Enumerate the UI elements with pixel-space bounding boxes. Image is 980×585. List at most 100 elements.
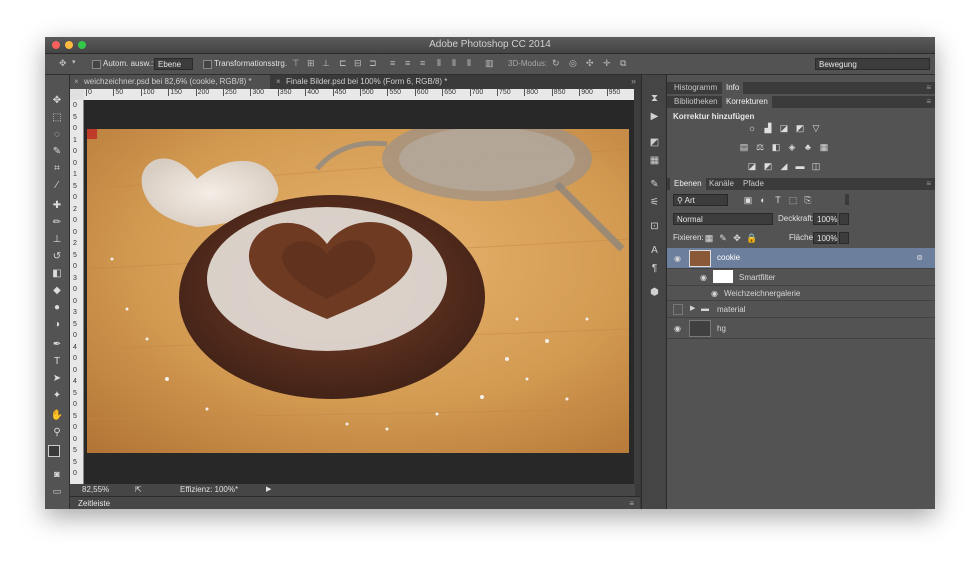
layer-name[interactable]: Smartfilter [739,273,775,282]
lock-image-icon[interactable]: ✎ [718,234,728,243]
invert-icon[interactable]: ◪ [747,162,757,171]
healing-brush-tool-icon[interactable]: ✚ [49,199,65,213]
history-panel-icon[interactable]: ⧗ [648,93,661,105]
curves-icon[interactable]: ◪ [779,124,789,133]
zoom-tool-icon[interactable]: ⚲ [49,426,65,440]
distribute-hcenter-icon[interactable]: ⦀ [452,58,456,69]
lasso-tool-icon[interactable]: ◌ [49,128,65,142]
layer-row-cookie[interactable]: ◉ cookie ⊚ [667,248,935,269]
shape-tool-icon[interactable]: ✦ [49,389,65,403]
layer-row-hg[interactable]: ◉ hg [667,318,935,339]
timeline-panel-tab[interactable]: Zeitleiste ≡ [70,496,640,509]
layer-row-smartfilter[interactable]: ◉ Smartfilter [667,269,935,286]
brightness-contrast-icon[interactable]: ☼ [747,124,757,133]
color-panel-icon[interactable]: ◩ [648,137,661,149]
auto-select-target-dropdown[interactable]: Ebene [154,58,193,70]
brush-presets-panel-icon[interactable]: ⚟ [648,197,661,209]
distribute-bottom-icon[interactable]: ≡ [420,58,425,68]
visibility-eye-icon[interactable]: ◉ [674,324,681,333]
swatches-panel-icon[interactable]: ▦ [648,155,661,167]
export-icon[interactable]: ⇱ [135,484,142,496]
tab-libraries[interactable]: Bibliotheken [670,96,722,108]
tool-preset-dropdown-icon[interactable]: ▾ [72,58,76,66]
canvas-vertical-scrollbar[interactable] [634,89,640,484]
crop-tool-icon[interactable]: ⌗ [49,162,65,176]
visibility-toggle-empty[interactable] [673,304,683,315]
visibility-eye-icon[interactable]: ◉ [700,273,707,282]
document-image[interactable] [87,129,629,453]
zoom-level[interactable]: 82,55% [82,484,109,496]
layer-name[interactable]: cookie [717,253,740,262]
color-balance-icon[interactable]: ⚖ [755,143,765,152]
eyedropper-tool-icon[interactable]: ⁄ [49,179,65,193]
align-top-icon[interactable]: ⊤ [292,58,300,69]
vertical-ruler[interactable]: 0 5 0 1 0 0 1 5 0 2 0 0 2 5 0 3 0 0 3 5 0 4 0 0 4 5 0 5 0 0 5 5 0 [70,100,84,484]
eraser-tool-icon[interactable]: ◧ [49,267,65,281]
layer-name[interactable]: hg [717,324,726,333]
character-panel-icon[interactable]: A [648,245,661,257]
align-left-icon[interactable]: ⊏ [339,58,347,69]
timeline-menu-icon[interactable]: ≡ [629,497,634,509]
type-tool-icon[interactable]: T [49,355,65,369]
exposure-icon[interactable]: ◩ [795,124,805,133]
visibility-eye-icon[interactable]: ◉ [674,254,681,263]
black-white-icon[interactable]: ◧ [771,143,781,152]
chevron-right-icon[interactable]: ▶ [690,304,695,312]
gradient-tool-icon[interactable]: ◆ [49,284,65,298]
photo-filter-icon[interactable]: ◈ [787,143,797,152]
paragraph-panel-icon[interactable]: ¶ [648,263,661,275]
3d-slide-icon[interactable]: ✛ [603,58,611,69]
blend-mode-dropdown[interactable]: Normal [673,213,773,225]
filter-adjustment-icon[interactable]: ◐ [758,196,768,205]
pen-tool-icon[interactable]: ✒ [49,338,65,352]
layer-row-material[interactable]: ▶ ▬ material [667,301,935,318]
smart-filter-badge-icon[interactable]: ⊚ [916,253,923,262]
opacity-input[interactable]: 100% [813,213,837,225]
transform-controls-checkbox[interactable] [203,60,212,69]
panel-menu-icon[interactable]: ≡ [926,179,931,188]
tabs-overflow-icon[interactable]: » [631,76,636,86]
fill-slider-toggle[interactable] [839,232,849,244]
lock-all-icon[interactable]: 🔒 [746,234,757,243]
clone-stamp-tool-icon[interactable]: ⊥ [49,233,65,247]
close-tab-icon[interactable]: × [276,75,281,89]
marquee-tool-icon[interactable]: ⬚ [49,111,65,125]
distribute-vcenter-icon[interactable]: ≡ [405,58,410,68]
tab-channels[interactable]: Kanäle [705,178,738,190]
filter-smart-object-icon[interactable]: ⎘ [803,196,813,205]
document-tab[interactable]: × Finale Bilder.psd bei 100% (Form 6, RG… [272,75,502,89]
layer-filter-dropdown[interactable]: ⚲ Art [673,194,728,206]
dodge-tool-icon[interactable]: ◑ [49,318,65,332]
filter-toggle[interactable] [845,194,849,205]
status-menu-arrow-icon[interactable]: ▶ [266,484,271,496]
move-tool-icon[interactable]: ✥ [49,94,65,108]
3d-scale-icon[interactable]: ⧉ [620,58,626,69]
quick-mask-icon[interactable]: ◙ [49,467,65,481]
3d-rotate-icon[interactable]: ↻ [552,58,560,69]
move-tool-icon[interactable]: ✥ [59,58,67,69]
threshold-icon[interactable]: ◢ [779,162,789,171]
align-bottom-icon[interactable]: ⊥ [322,58,330,69]
screen-mode-icon[interactable]: ▭ [49,484,65,498]
workspace-dropdown[interactable]: Bewegung [815,58,930,70]
path-select-tool-icon[interactable]: ➤ [49,372,65,386]
filter-type-icon[interactable]: T [773,196,783,205]
align-vcenter-icon[interactable]: ⊞ [307,58,315,69]
clone-source-panel-icon[interactable]: ⊡ [648,221,661,233]
document-tab-active[interactable]: × weichzeichner.psd bei 82,6% (cookie, R… [70,75,270,89]
color-lookup-icon[interactable]: ▦ [819,143,829,152]
close-tab-icon[interactable]: × [74,75,79,89]
brush-panel-icon[interactable]: ✎ [648,179,661,191]
distribute-top-icon[interactable]: ≡ [390,58,395,68]
channel-mixer-icon[interactable]: ♣ [803,143,813,152]
lock-transparent-icon[interactable]: ▦ [704,234,714,243]
foreground-color-swatch[interactable] [48,445,60,457]
auto-select-checkbox[interactable] [92,60,101,69]
tab-info[interactable]: Info [722,82,744,94]
distribute-left-icon[interactable]: ⦀ [437,58,441,69]
blur-tool-icon[interactable]: ● [49,301,65,315]
tab-histogram[interactable]: Histogramm [670,82,721,94]
layer-name[interactable]: material [717,305,745,314]
auto-align-icon[interactable]: ▥ [485,58,494,69]
levels-icon[interactable]: ▟ [763,124,773,133]
